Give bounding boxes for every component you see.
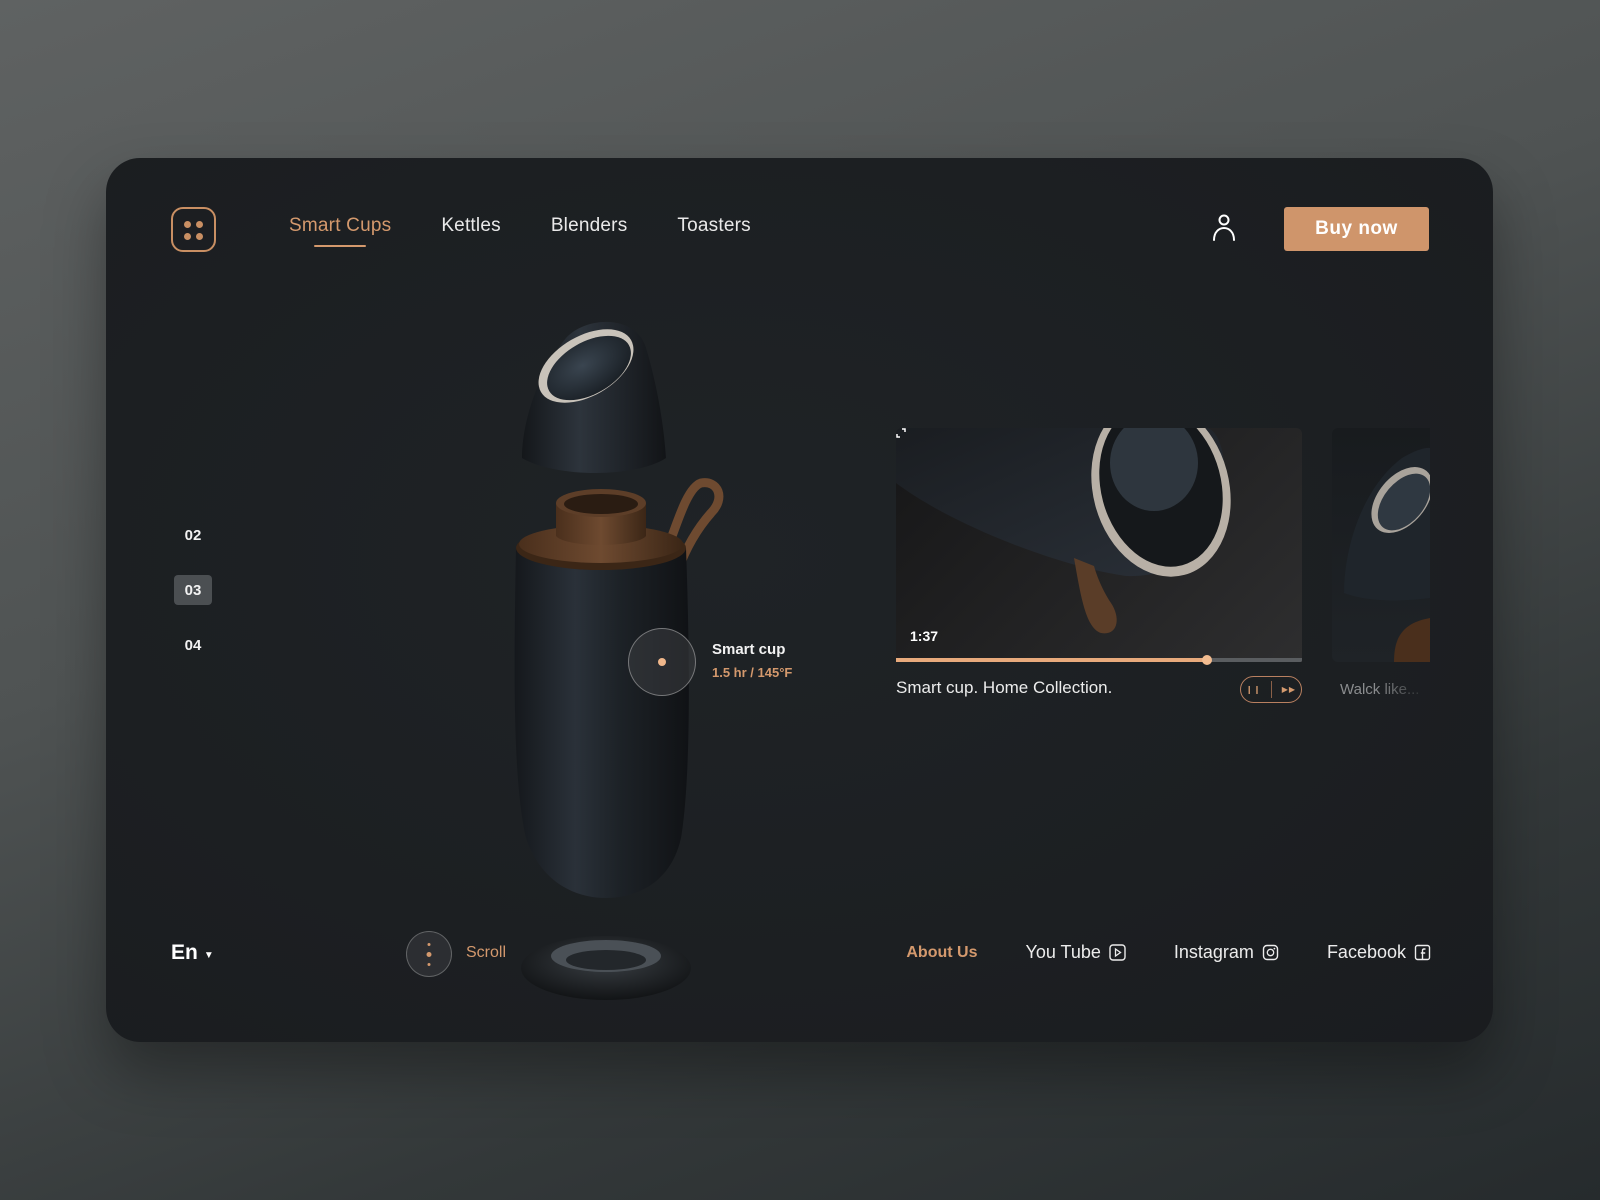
fast-forward-icon[interactable]: ▶▶ <box>1282 685 1296 694</box>
main-nav: Smart Cups Kettles Blenders Toasters <box>289 215 801 247</box>
scroll-button[interactable] <box>406 931 452 977</box>
youtube-icon <box>1109 944 1126 961</box>
nav-smart-cups[interactable]: Smart Cups <box>289 215 391 247</box>
callout-stats: 1.5 hr / 145°F <box>712 665 793 680</box>
next-video-thumbnail[interactable] <box>1332 428 1430 662</box>
footer-link-youtube[interactable]: You Tube <box>1025 942 1126 963</box>
video-progress-fill <box>896 658 1207 662</box>
buy-now-button[interactable]: Buy now <box>1284 207 1429 251</box>
video-progress-bar[interactable] <box>896 655 1302 665</box>
pager-item-02[interactable]: 02 <box>174 520 212 550</box>
footer-link-about-us[interactable]: About Us <box>906 944 977 962</box>
instagram-icon <box>1262 944 1279 961</box>
facebook-icon <box>1414 944 1431 961</box>
footer-link-label: Facebook <box>1326 942 1406 962</box>
footer-link-instagram[interactable]: Instagram <box>1174 942 1279 963</box>
footer-link-label: You Tube <box>1025 942 1101 962</box>
nav-blenders[interactable]: Blenders <box>551 215 628 237</box>
video-caption: Smart cup. Home Collection. <box>896 678 1113 697</box>
scroll-label: Scroll <box>466 944 507 961</box>
pager-item-04[interactable]: 04 <box>174 630 212 660</box>
controls-divider <box>1271 681 1273 698</box>
footer-link-facebook[interactable]: Facebook <box>1327 942 1431 963</box>
next-video-caption: Walck like... <box>1340 681 1420 698</box>
playback-controls: ❙❙ ▶▶ <box>1240 676 1302 703</box>
language-selector[interactable]: En ▼ <box>171 941 214 965</box>
video-progress-handle[interactable] <box>1201 655 1212 665</box>
four-dots-icon[interactable] <box>171 207 216 252</box>
video-timestamp: 1:37 <box>910 628 939 644</box>
user-icon[interactable] <box>1211 213 1237 243</box>
footer-link-label: Instagram <box>1173 942 1254 962</box>
nav-toasters[interactable]: Toasters <box>677 215 750 237</box>
next-video-image <box>1344 447 1430 662</box>
footer-link-label: About Us <box>906 943 978 961</box>
nav-kettles[interactable]: Kettles <box>441 215 501 237</box>
footer-links: About Us You Tube Instagram Facebook <box>858 942 1431 963</box>
pause-icon[interactable]: ❙❙ <box>1246 685 1261 694</box>
hotspot-marker[interactable] <box>628 628 696 696</box>
main-card: Smart Cups Kettles Blenders Toasters Buy… <box>106 158 1493 1042</box>
caret-down-icon: ▼ <box>203 949 214 961</box>
language-value: En <box>171 941 198 964</box>
callout-title: Smart cup <box>712 641 786 658</box>
slide-pager: 02 03 04 <box>174 520 214 685</box>
pager-item-03[interactable]: 03 <box>174 575 212 605</box>
expand-icon[interactable] <box>896 428 906 438</box>
video-player[interactable]: 1:37 <box>896 428 1302 662</box>
video-thumbnail <box>896 428 1231 634</box>
